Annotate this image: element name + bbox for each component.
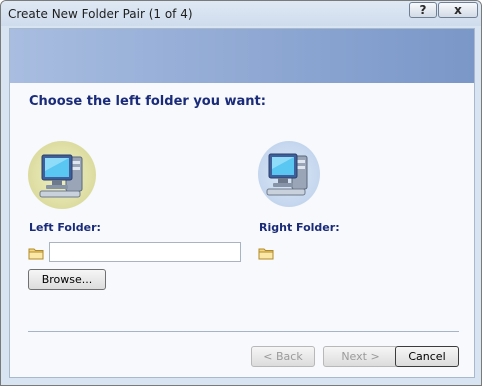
left-folder-icon (28, 245, 44, 260)
next-button[interactable]: Next > (323, 346, 398, 367)
left-computer-icon (28, 141, 96, 209)
wizard-content: Choose the left folder you want: Left Fo… (9, 28, 475, 378)
create-folder-pair-dialog: Create New Folder Pair (1 of 4) ? x Choo… (0, 0, 482, 386)
right-computer-icon (258, 141, 320, 207)
left-folder-label: Left Folder: (29, 221, 101, 234)
title-bar: Create New Folder Pair (1 of 4) ? x (1, 1, 481, 26)
close-icon: x (454, 3, 462, 17)
left-folder-input[interactable] (49, 242, 241, 262)
back-button[interactable]: < Back (251, 346, 315, 367)
close-button[interactable]: x (438, 2, 478, 18)
browse-button[interactable]: Browse... (28, 269, 106, 290)
help-button[interactable]: ? (409, 2, 437, 18)
right-folder-icon (258, 245, 274, 260)
page-heading: Choose the left folder you want: (29, 94, 266, 109)
right-folder-label: Right Folder: (259, 221, 340, 234)
window-title: Create New Folder Pair (1 of 4) (8, 7, 193, 21)
help-icon: ? (419, 3, 427, 17)
cancel-button[interactable]: Cancel (395, 346, 459, 367)
divider (28, 331, 459, 332)
header-banner (10, 29, 474, 83)
